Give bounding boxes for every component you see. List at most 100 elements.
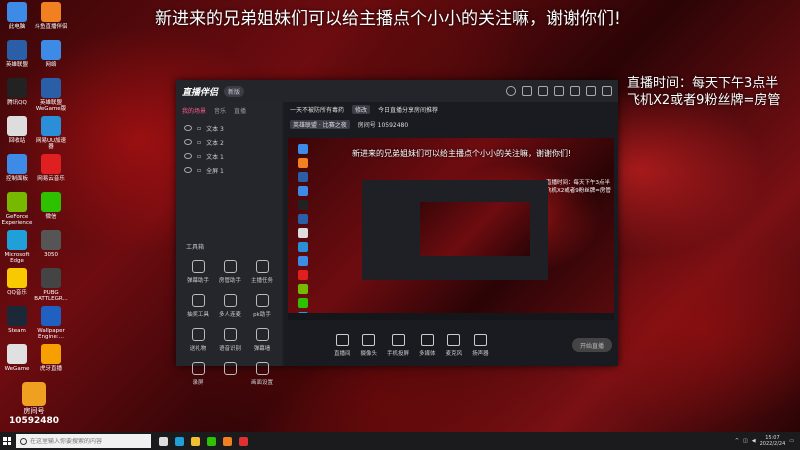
desktop-shortcut[interactable]: PUBG BATTLEGR... bbox=[34, 268, 68, 302]
eye-icon[interactable] bbox=[184, 153, 192, 159]
tool-label: 抽奖工具 bbox=[186, 312, 209, 318]
source-button[interactable]: 扬声器 bbox=[472, 333, 489, 357]
tool-button[interactable]: 送礼物 bbox=[182, 328, 214, 352]
nvidia-icon bbox=[298, 284, 308, 294]
tool-button[interactable]: pk助手 bbox=[246, 294, 278, 318]
lock-icon[interactable]: ▫ bbox=[197, 139, 201, 146]
desktop-shortcut[interactable]: 英雄联盟 WeGame版 bbox=[34, 78, 68, 112]
tool-button[interactable]: 多人连麦 bbox=[214, 294, 246, 318]
mail-icon[interactable] bbox=[538, 86, 548, 96]
tab-music[interactable]: 音乐 bbox=[214, 106, 226, 115]
tool-button[interactable]: 主播任务 bbox=[246, 260, 278, 284]
edit-title-button[interactable]: 修改 bbox=[352, 105, 371, 114]
tool-button[interactable]: 抽奖工具 bbox=[182, 294, 214, 318]
desktop-shortcut[interactable]: Microsoft Edge bbox=[0, 230, 34, 264]
desktop-shortcut-label: 网络 bbox=[45, 62, 57, 68]
taskbar-app[interactable] bbox=[171, 432, 187, 450]
stream-title-row: 一天不被防所有毒药 修改 今日直播分享房间推荐 bbox=[284, 102, 618, 117]
desktop-shortcut[interactable]: Wallpaper Engine:... bbox=[34, 306, 68, 340]
tool-button[interactable]: 弹幕助手 bbox=[182, 260, 214, 284]
lock-icon[interactable]: ▫ bbox=[197, 167, 201, 174]
search-input[interactable] bbox=[30, 437, 140, 445]
wechat-icon bbox=[206, 436, 216, 446]
clock[interactable]: 15:07 2022/2/24 bbox=[760, 435, 786, 447]
lock-icon[interactable]: ▫ bbox=[197, 125, 201, 132]
source-button[interactable]: 麦克风 bbox=[446, 333, 462, 357]
desktop-shortcut-label: 3050 bbox=[44, 252, 58, 258]
tab-scene[interactable]: 我的场景 bbox=[182, 106, 206, 115]
eye-icon[interactable] bbox=[184, 167, 192, 173]
tool-label: pk助手 bbox=[253, 312, 271, 318]
desktop-shortcut[interactable]: 微信 bbox=[34, 192, 68, 220]
lock-icon[interactable]: ▫ bbox=[197, 153, 201, 160]
tool-button[interactable]: 录屏 bbox=[182, 362, 214, 386]
source-button[interactable]: 多媒体 bbox=[419, 333, 436, 357]
gift-icon[interactable] bbox=[522, 86, 532, 96]
source-button[interactable]: 摄像头 bbox=[361, 333, 377, 357]
desktop-shortcut[interactable]: 回收站 bbox=[0, 116, 34, 144]
category-badge[interactable]: 英雄联盟 · 比赛之夜 bbox=[290, 120, 350, 129]
layer-item[interactable]: ▫ 文本 3 bbox=[184, 121, 274, 135]
source-label: 手机投屏 bbox=[387, 350, 410, 357]
desktop-shortcut[interactable]: 虎牙直播 bbox=[34, 344, 68, 372]
desktop-shortcut[interactable]: 3050 bbox=[34, 230, 68, 258]
notification-icon[interactable]: ▭ bbox=[789, 438, 794, 444]
desktop-shortcut[interactable]: 此电脑 bbox=[0, 2, 34, 30]
taskbar-app[interactable] bbox=[155, 432, 171, 450]
avatar-icon[interactable] bbox=[506, 86, 516, 96]
desktop-shortcut[interactable]: 控制面板 bbox=[0, 154, 34, 182]
desktop-shortcut[interactable]: GeForce Experience bbox=[0, 192, 34, 226]
toolbox-title: 工具箱 bbox=[186, 244, 205, 251]
maximize-icon[interactable] bbox=[586, 86, 596, 96]
eye-icon[interactable] bbox=[184, 125, 192, 131]
desktop-shortcut[interactable]: 斗鱼直播伴侣 bbox=[34, 2, 68, 30]
minimize-icon[interactable] bbox=[570, 86, 580, 96]
tool-label: 语音识别 bbox=[218, 346, 241, 352]
chevron-up-icon[interactable]: ^ bbox=[735, 438, 739, 444]
settings-icon[interactable] bbox=[554, 86, 564, 96]
tool-button[interactable]: 语音识别 bbox=[214, 328, 246, 352]
source-button[interactable]: 直播间 bbox=[334, 333, 351, 357]
taskbar-app[interactable] bbox=[187, 432, 203, 450]
app-titlebar[interactable]: 直播伴侣 新版 bbox=[176, 80, 618, 102]
tool-icon bbox=[255, 362, 269, 375]
pubg-icon bbox=[41, 268, 61, 288]
tool-button[interactable]: 弹幕墙 bbox=[246, 328, 278, 352]
tool-button[interactable]: 房管助手 bbox=[214, 260, 246, 284]
desktop-shortcut[interactable]: 英雄联盟 bbox=[0, 40, 34, 68]
eye-icon[interactable] bbox=[184, 139, 192, 145]
douyu-icon bbox=[41, 2, 61, 22]
layer-item[interactable]: ▫ 文本 1 bbox=[184, 149, 274, 163]
taskbar-app[interactable] bbox=[219, 432, 235, 450]
desktop-shortcut[interactable]: 腾讯QQ bbox=[0, 78, 34, 106]
tab-live[interactable]: 直播 bbox=[234, 106, 246, 115]
netease-music-icon bbox=[41, 154, 61, 174]
computer-icon bbox=[7, 2, 27, 22]
start-button[interactable] bbox=[0, 432, 14, 450]
version-badge[interactable]: 新版 bbox=[224, 85, 245, 97]
start-live-button[interactable]: 开始直播 bbox=[572, 338, 612, 352]
desktop-shortcut[interactable]: WeGame bbox=[0, 344, 34, 372]
desktop-shortcut[interactable]: QQ音乐 bbox=[0, 268, 34, 296]
layer-item[interactable]: ▫ 全屏 1 bbox=[184, 163, 274, 177]
layer-item[interactable]: ▫ 文本 2 bbox=[184, 135, 274, 149]
stream-preview[interactable]: 新进来的兄弟姐妹们可以给主播点个小小的关注嘛，谢谢你们! 直播时间：每天下午3点… bbox=[288, 138, 614, 320]
source-button[interactable]: 手机投屏 bbox=[387, 333, 410, 357]
desktop-shortcut[interactable]: Steam bbox=[0, 306, 34, 334]
desktop-shortcut[interactable]: 网易UU加速器 bbox=[34, 116, 68, 150]
desktop-shortcut[interactable]: 网易云音乐 bbox=[34, 154, 68, 182]
preview-banner: 新进来的兄弟姐妹们可以给主播点个小小的关注嘛，谢谢你们! bbox=[352, 149, 572, 158]
tool-button[interactable] bbox=[214, 362, 246, 386]
tool-button[interactable]: 画面设置 bbox=[246, 362, 278, 386]
live-companion-window[interactable]: 直播伴侣 新版 我的场景 音乐 直播 ▫ 文本 3 ▫ 文本 2 ▫ 文本 1 ▫ 全屏 1 … bbox=[176, 80, 618, 386]
tool-icon bbox=[255, 328, 269, 341]
volume-icon[interactable]: ◀ bbox=[752, 438, 756, 444]
taskbar-app[interactable] bbox=[235, 432, 251, 450]
taskbar-app[interactable] bbox=[203, 432, 219, 450]
network-icon[interactable]: ◫ bbox=[743, 438, 748, 444]
stream-banner: 新进来的兄弟姐妹们可以给主播点个小小的关注嘛，谢谢你们! bbox=[155, 9, 621, 29]
close-icon[interactable] bbox=[602, 86, 612, 96]
taskbar-search[interactable] bbox=[16, 434, 151, 448]
stream-title[interactable]: 一天不被防所有毒药 bbox=[290, 105, 344, 114]
desktop-shortcut[interactable]: 网络 bbox=[34, 40, 68, 68]
